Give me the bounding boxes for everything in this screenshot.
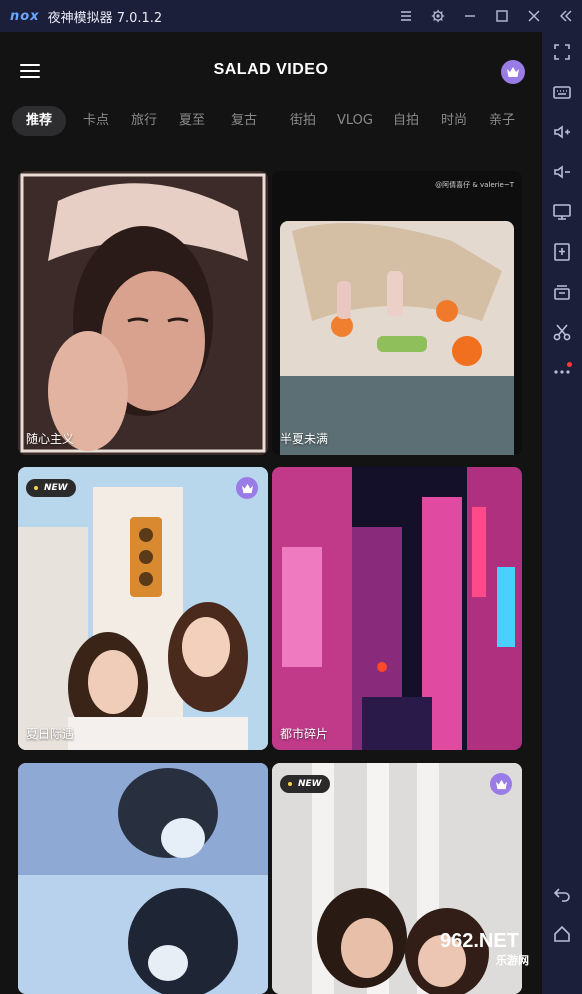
watermark-sub: 乐游网 <box>496 955 529 967</box>
card-title: 随心主义 <box>26 432 75 446</box>
card-thumbnail <box>272 763 522 994</box>
card-title: 夏日际遇 <box>26 727 75 741</box>
volume-down-icon[interactable] <box>542 152 582 192</box>
photo-credit: @阿倩喜仔 & valerie~T <box>435 181 514 189</box>
card-thumbnail <box>272 171 522 455</box>
tab-street[interactable]: 街拍 <box>281 106 325 136</box>
back-icon[interactable] <box>542 874 582 914</box>
template-card[interactable]: @阿倩喜仔 & valerie~T 半夏未满 <box>272 171 522 455</box>
fullscreen-icon[interactable] <box>542 32 582 72</box>
settings-gear-icon[interactable] <box>422 0 454 32</box>
app-title: SALAD VIDEO <box>213 61 329 78</box>
keyboard-icon[interactable] <box>542 72 582 112</box>
install-apk-icon[interactable] <box>542 232 582 272</box>
card-thumbnail <box>18 763 268 994</box>
tab-vlog[interactable]: VLOG <box>333 106 377 136</box>
tab-beat[interactable]: 卡点 <box>78 106 114 136</box>
menu-icon[interactable] <box>390 0 422 32</box>
app-header: SALAD VIDEO <box>0 32 542 110</box>
tab-summer[interactable]: 夏至 <box>174 106 210 136</box>
emulator-sidebar <box>542 32 582 994</box>
multi-instance-icon[interactable] <box>542 272 582 312</box>
emulator-titlebar: nox 夜神模拟器 7.0.1.2 <box>0 0 582 32</box>
tab-retro[interactable]: 复古 <box>222 106 266 136</box>
card-thumbnail <box>18 467 268 750</box>
tab-family[interactable]: 亲子 <box>484 106 520 136</box>
template-card[interactable]: 都市碎片 <box>272 467 522 750</box>
home-icon[interactable] <box>542 914 582 954</box>
tab-fashion[interactable]: 时尚 <box>436 106 472 136</box>
tab-travel[interactable]: 旅行 <box>126 106 162 136</box>
vip-crown-icon[interactable] <box>501 60 525 84</box>
category-tabs: 推荐 卡点 旅行 夏至 复古 街拍 VLOG 自拍 时尚 亲子 <box>0 106 542 140</box>
template-card[interactable]: NEW 夏日际遇 <box>18 467 268 750</box>
template-card[interactable] <box>18 763 268 994</box>
card-title: 都市碎片 <box>280 727 329 741</box>
minimize-icon[interactable] <box>454 0 486 32</box>
app-screen: SALAD VIDEO 推荐 卡点 旅行 夏至 复古 街拍 VLOG 自拍 时尚… <box>0 32 542 994</box>
screenshot-icon[interactable] <box>542 192 582 232</box>
watermark-brand: 962.NET <box>440 930 519 952</box>
tab-selfie[interactable]: 自拍 <box>388 106 424 136</box>
scissors-icon[interactable] <box>542 312 582 352</box>
vip-crown-icon <box>490 773 512 795</box>
notification-dot <box>567 362 572 367</box>
card-thumbnail <box>18 171 268 455</box>
card-title: 半夏未满 <box>280 432 329 446</box>
site-watermark: 962.NET 乐游网 <box>440 930 529 967</box>
volume-up-icon[interactable] <box>542 112 582 152</box>
close-icon[interactable] <box>518 0 550 32</box>
more-options-icon[interactable] <box>542 352 582 392</box>
new-badge: NEW <box>26 479 76 497</box>
window-controls <box>390 0 582 32</box>
tab-recommend[interactable]: 推荐 <box>12 106 66 136</box>
vip-crown-icon <box>236 477 258 499</box>
card-thumbnail <box>272 467 522 750</box>
nox-logo: nox <box>10 8 40 24</box>
window-title: 夜神模拟器 7.0.1.2 <box>47 10 163 26</box>
template-card[interactable]: NEW <box>272 763 522 994</box>
template-card[interactable]: 随心主义 <box>18 171 268 455</box>
collapse-sidebar-icon[interactable] <box>550 0 582 32</box>
new-badge: NEW <box>280 775 330 793</box>
maximize-icon[interactable] <box>486 0 518 32</box>
